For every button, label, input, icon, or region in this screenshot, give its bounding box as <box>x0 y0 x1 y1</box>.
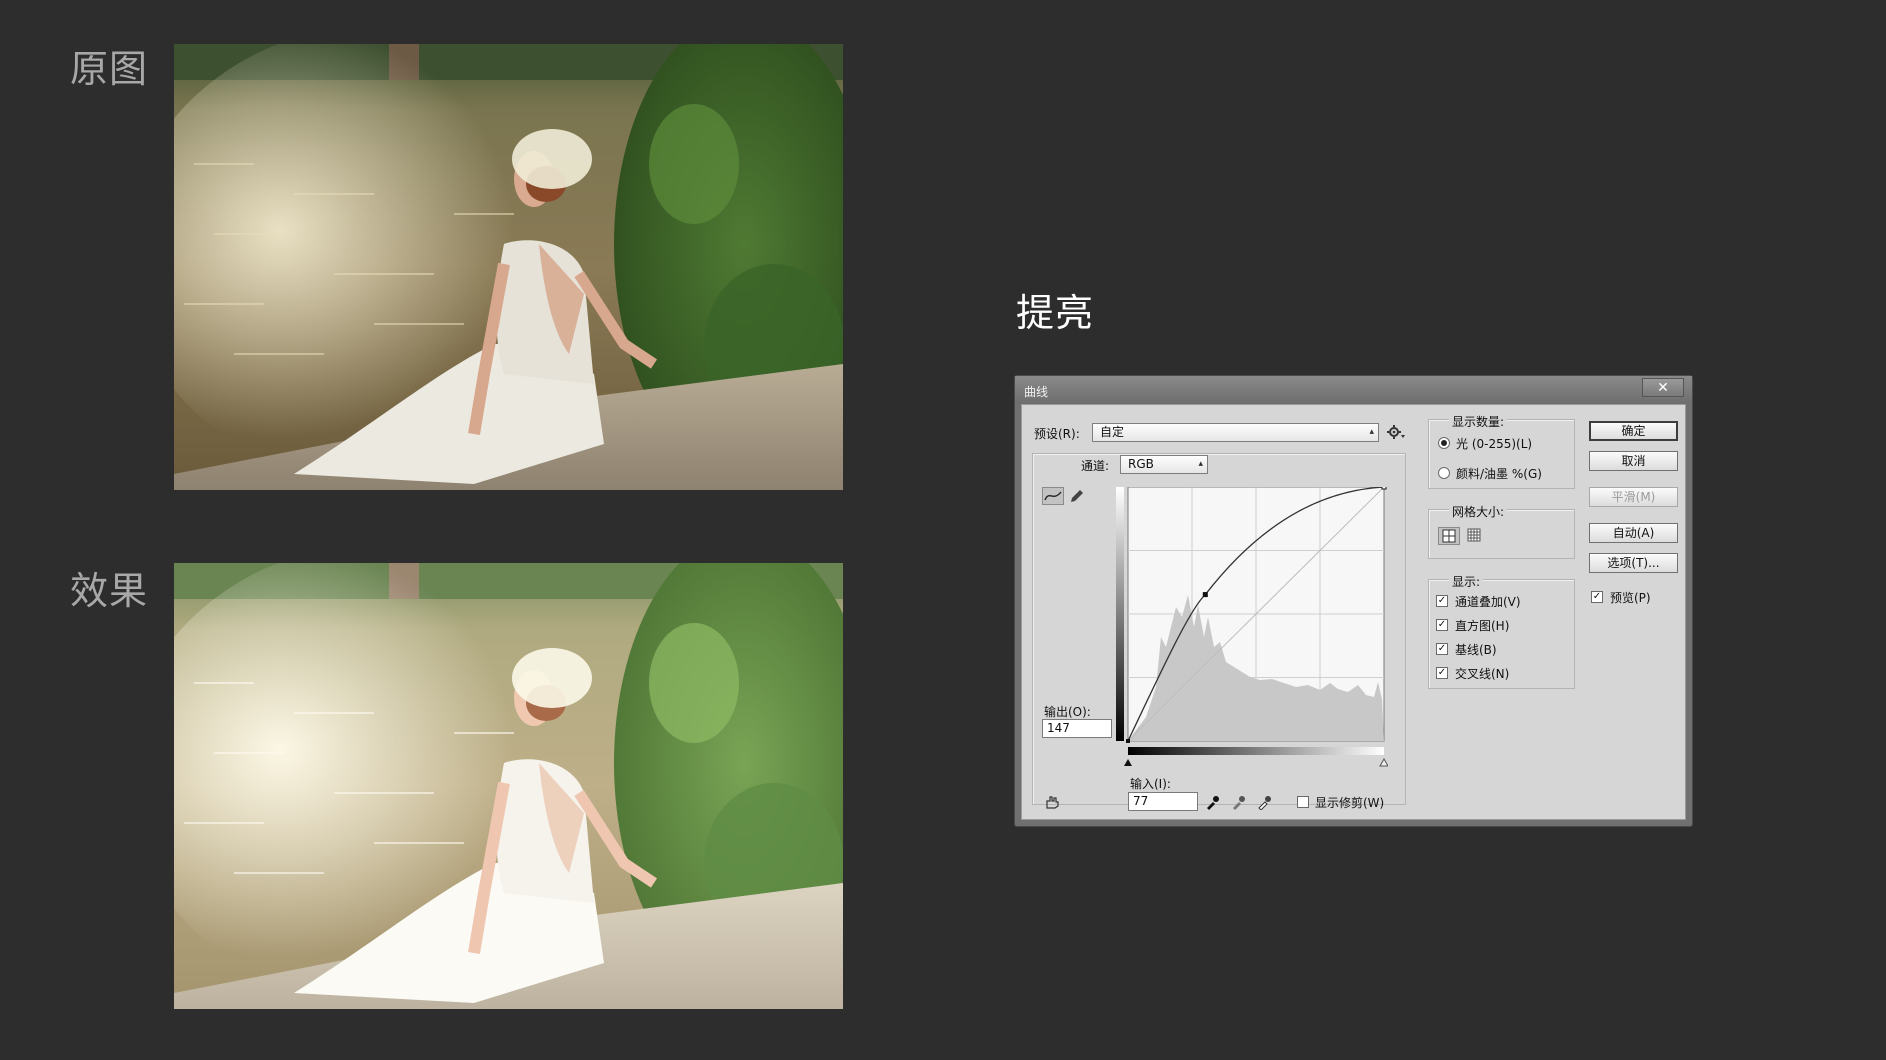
preview-checkbox[interactable]: ✓ <box>1591 591 1603 603</box>
light-radio-label: 光 (0-255)(L) <box>1456 437 1533 451</box>
black-point-slider <box>1124 759 1132 766</box>
curve-control-point <box>1202 592 1208 598</box>
curve-point-tool-icon[interactable] <box>1042 487 1064 505</box>
simple-grid-icon[interactable] <box>1438 527 1460 545</box>
detailed-grid-icon[interactable] <box>1464 527 1484 545</box>
histogram-checkbox[interactable]: ✓ <box>1436 619 1448 631</box>
white-eyedropper-icon[interactable] <box>1257 794 1273 811</box>
light-radio[interactable] <box>1438 437 1450 449</box>
label-brighten: 提亮 <box>1016 291 1095 335</box>
select-arrows-icon: ▴ <box>1369 427 1374 437</box>
curves-dialog: 曲线 ✕ 预设(R): 自定 ▴ 通道: RGB ▴ 输出(O): 147 输入… <box>1014 375 1693 827</box>
close-button[interactable]: ✕ <box>1642 378 1684 397</box>
display-amount-title: 显示数量: <box>1449 413 1508 430</box>
grid-size-title: 网格大小: <box>1449 503 1508 520</box>
dialog-titlebar[interactable]: 曲线 ✕ <box>1015 376 1692 404</box>
intersection-line-checkbox[interactable]: ✓ <box>1436 667 1448 679</box>
output-gradient-bar <box>1116 487 1124 741</box>
intersection-line-label: 交叉线(N) <box>1455 667 1510 681</box>
smooth-button[interactable]: 平滑(M) <box>1589 487 1678 507</box>
channel-overlay-label: 通道叠加(V) <box>1455 595 1521 609</box>
label-effect: 效果 <box>70 569 149 613</box>
show-clipping-checkbox[interactable] <box>1297 796 1309 808</box>
preset-select[interactable]: 自定 ▴ <box>1092 423 1379 442</box>
input-value: 77 <box>1133 794 1149 808</box>
gray-eyedropper-icon[interactable] <box>1231 794 1247 810</box>
baseline-label: 基线(B) <box>1455 643 1497 657</box>
targeted-adjustment-hand-icon[interactable] <box>1044 794 1062 810</box>
input-field[interactable]: 77 <box>1128 792 1198 811</box>
auto-button[interactable]: 自动(A) <box>1589 523 1678 543</box>
output-field[interactable]: 147 <box>1042 719 1112 738</box>
channel-overlay-checkbox[interactable]: ✓ <box>1436 595 1448 607</box>
show-group-title: 显示: <box>1449 573 1484 590</box>
gear-menu-icon[interactable] <box>1387 424 1405 440</box>
input-label: 输入(I): <box>1130 777 1171 791</box>
preset-value: 自定 <box>1100 425 1125 439</box>
preset-label: 预设(R): <box>1034 427 1080 441</box>
white-point-slider <box>1379 757 1389 767</box>
cancel-button[interactable]: 取消 <box>1589 451 1678 471</box>
pigment-radio[interactable] <box>1438 467 1450 479</box>
input-gradient-bar <box>1128 747 1384 755</box>
channel-select[interactable]: RGB ▴ <box>1120 455 1208 474</box>
preview-label: 预览(P) <box>1610 591 1651 605</box>
curve-graph[interactable] <box>1116 484 1389 771</box>
pencil-tool-icon[interactable] <box>1068 487 1086 505</box>
output-value: 147 <box>1047 721 1070 735</box>
original-photo <box>174 44 843 490</box>
ok-button[interactable]: 确定 <box>1589 421 1678 441</box>
channel-label: 通道: <box>1081 459 1110 473</box>
dialog-title: 曲线 <box>1024 385 1049 399</box>
histogram-label: 直方图(H) <box>1455 619 1510 633</box>
effect-photo <box>174 563 843 1009</box>
close-x-icon: ✕ <box>1657 380 1669 396</box>
select-arrows-icon: ▴ <box>1198 459 1203 469</box>
label-original: 原图 <box>70 47 149 91</box>
pigment-radio-label: 颜料/油墨 %(G) <box>1456 467 1542 481</box>
options-button[interactable]: 选项(T)... <box>1589 553 1678 573</box>
baseline-checkbox[interactable]: ✓ <box>1436 643 1448 655</box>
channel-value: RGB <box>1128 457 1154 471</box>
black-eyedropper-icon[interactable] <box>1205 794 1221 810</box>
show-clipping-label: 显示修剪(W) <box>1315 796 1385 810</box>
dialog-body: 预设(R): 自定 ▴ 通道: RGB ▴ 输出(O): 147 输入(I): … <box>1021 404 1686 820</box>
output-label: 输出(O): <box>1044 705 1091 719</box>
